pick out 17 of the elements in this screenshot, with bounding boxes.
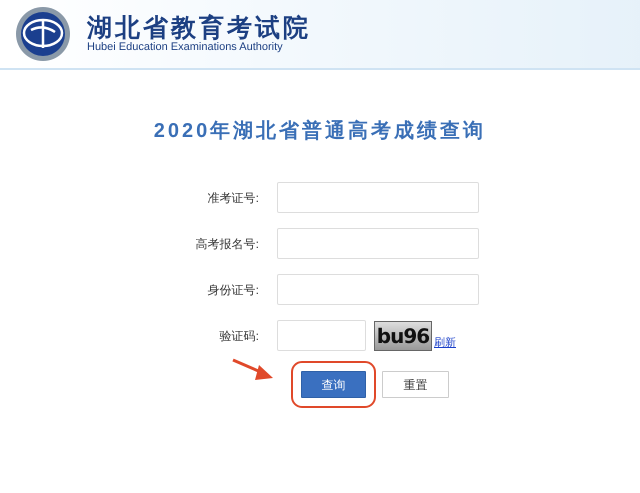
input-field[interactable] bbox=[277, 182, 479, 213]
reset-button[interactable]: 重置 bbox=[382, 371, 449, 398]
captcha-image: bu96 bbox=[374, 320, 432, 350]
input-field[interactable] bbox=[277, 228, 479, 259]
field-label: 身份证号: bbox=[206, 282, 259, 298]
arrow-icon bbox=[231, 357, 275, 383]
page-title: 2020年湖北省普通高考成绩查询 bbox=[152, 118, 488, 144]
refresh-link[interactable]: 刷新 bbox=[434, 334, 456, 351]
org-name-english: Hubei Education Examinations Authority bbox=[87, 41, 284, 54]
field-label: 验证码: bbox=[218, 328, 259, 344]
field-label: 准考证号: bbox=[206, 190, 259, 206]
org-name: 湖北省教育考试院 bbox=[87, 14, 311, 42]
field-label: 高考报名号: bbox=[194, 236, 259, 252]
logo-icon bbox=[15, 6, 71, 62]
query-button[interactable]: 查询 bbox=[301, 371, 366, 398]
captcha-field[interactable] bbox=[277, 320, 366, 351]
input-field[interactable] bbox=[277, 274, 479, 305]
